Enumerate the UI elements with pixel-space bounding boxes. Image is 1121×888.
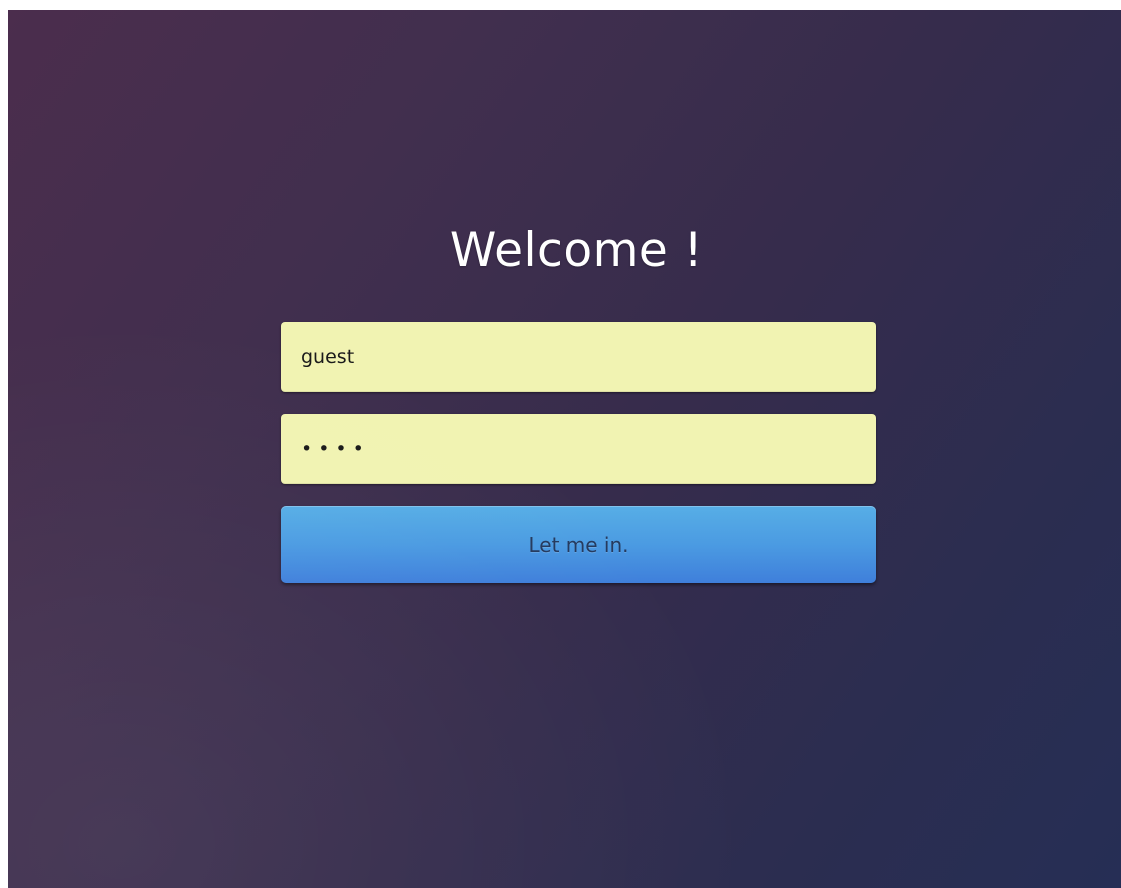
username-input[interactable] — [281, 322, 876, 392]
login-button[interactable]: Let me in. — [281, 506, 876, 583]
welcome-title: Welcome ! — [449, 223, 704, 278]
login-screen: Welcome ! Let me in. — [8, 10, 1121, 888]
password-input[interactable] — [281, 414, 876, 484]
